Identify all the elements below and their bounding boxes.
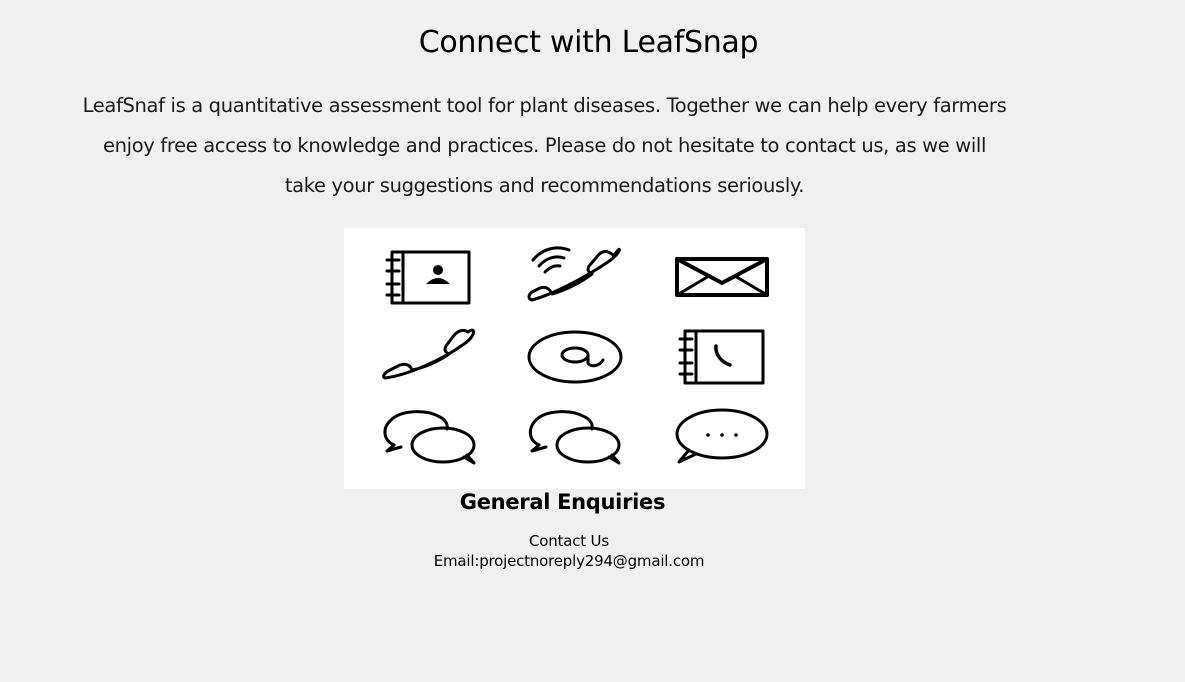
phone-handset-icon	[382, 328, 475, 380]
intro-paragraph: LeafSnaf is a quantitative assessment to…	[82, 94, 1007, 197]
speech-bubble-ellipsis-icon	[675, 408, 769, 464]
contact-page: Connect with LeafSnap LeafSnaf is a quan…	[0, 0, 1185, 682]
contact-email: Email:projectnoreply294@gmail.com	[433, 551, 705, 570]
contact-details: Contact Us Email:projectnoreply294@gmail…	[369, 532, 769, 571]
page-title: Connect with LeafSnap	[418, 25, 759, 60]
chat-bubbles-icon	[383, 410, 476, 465]
contact-icons-image	[344, 228, 805, 489]
address-book-icon	[385, 250, 471, 305]
phone-book-icon	[678, 329, 765, 385]
ringing-phone-icon	[527, 246, 621, 302]
at-sign-icon	[527, 330, 623, 384]
general-enquiries-heading: General Enquiries	[459, 490, 666, 514]
contact-us-label: Contact Us	[529, 532, 609, 550]
envelope-icon	[675, 257, 769, 297]
chat-bubbles-icon	[528, 410, 621, 465]
